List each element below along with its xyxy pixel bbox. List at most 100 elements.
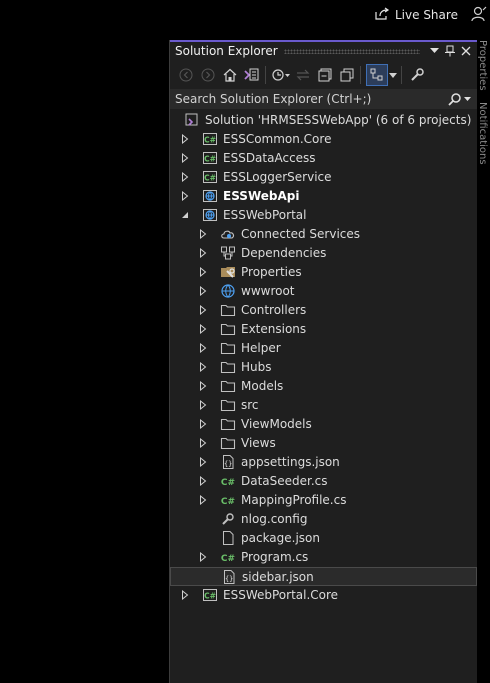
tree-item[interactable]: nlog.config — [170, 510, 477, 529]
folder-icon — [220, 340, 236, 356]
collapsed-arrow-icon[interactable] — [198, 476, 208, 486]
tree-item-label: Program.cs — [241, 550, 309, 564]
collapsed-arrow-icon[interactable] — [180, 134, 190, 144]
tree-item-label: Dependencies — [241, 246, 327, 260]
solution-icon — [184, 112, 200, 128]
svg-text:C#: C# — [204, 136, 216, 145]
show-all-files-icon[interactable] — [337, 64, 357, 86]
home-icon[interactable] — [220, 64, 240, 86]
person-feedback-icon[interactable] — [470, 5, 488, 23]
collapsed-arrow-icon[interactable] — [198, 552, 208, 562]
tree-item[interactable]: Controllers — [170, 301, 477, 320]
tree-item-label: MappingProfile.cs — [241, 493, 347, 507]
close-icon[interactable] — [458, 43, 474, 59]
tree-item-label: ESSWebApi — [223, 189, 300, 203]
collapsed-arrow-icon[interactable] — [198, 267, 208, 277]
tree-item[interactable]: C# ESSLoggerService — [170, 168, 477, 187]
tree-item[interactable]: Properties — [170, 263, 477, 282]
view-options-dropdown-icon[interactable] — [388, 64, 398, 86]
folder-icon — [220, 359, 236, 375]
collapsed-arrow-icon[interactable] — [198, 248, 208, 258]
toolbar-separator — [265, 66, 266, 84]
tree-item-label: Extensions — [241, 322, 307, 336]
config-file-icon — [220, 511, 236, 527]
switch-views-icon[interactable] — [242, 64, 262, 86]
tree-item-label: ESSCommon.Core — [223, 132, 332, 146]
side-tab-notifications[interactable]: Notifications — [477, 102, 488, 165]
tree-item-label: Controllers — [241, 303, 307, 317]
tree-item[interactable]: C# ESSCommon.Core — [170, 130, 477, 149]
web-project-icon — [202, 188, 218, 204]
svg-text:{}: {} — [224, 460, 232, 468]
pending-changes-filter-icon[interactable] — [271, 64, 291, 86]
sync-with-active-document-icon[interactable] — [293, 64, 313, 86]
tree-item[interactable]: Hubs — [170, 358, 477, 377]
collapsed-arrow-icon[interactable] — [180, 153, 190, 163]
forward-icon[interactable] — [198, 64, 218, 86]
collapsed-arrow-icon[interactable] — [198, 457, 208, 467]
tree-item-label: ViewModels — [241, 417, 312, 431]
collapse-all-icon[interactable] — [315, 64, 335, 86]
tree-item-label: ESSDataAccess — [223, 151, 316, 165]
csharp-file-icon: C# — [220, 492, 236, 508]
tree-item[interactable]: C# Program.cs — [170, 548, 477, 567]
search-options-dropdown-icon[interactable] — [464, 97, 471, 101]
tree-item-label: package.json — [241, 531, 321, 545]
tree-item[interactable]: ESSWebPortal — [170, 206, 477, 225]
collapsed-arrow-icon[interactable] — [198, 229, 208, 239]
tree-item[interactable]: {} sidebar.json — [170, 567, 477, 586]
tree-item[interactable]: Views — [170, 434, 477, 453]
tree-item[interactable]: Connected Services — [170, 225, 477, 244]
tree-item[interactable]: ESSWebApi — [170, 187, 477, 206]
collapsed-arrow-icon[interactable] — [180, 590, 190, 600]
pin-icon[interactable] — [442, 43, 458, 59]
window-position-dropdown-icon[interactable] — [426, 43, 442, 59]
search-icon[interactable] — [448, 92, 461, 106]
tree-item-label: ESSWebPortal — [223, 208, 307, 222]
search-input[interactable]: Search Solution Explorer (Ctrl+;) — [170, 89, 477, 109]
collapsed-arrow-icon[interactable] — [198, 438, 208, 448]
json-file-icon: {} — [221, 569, 237, 585]
tree-item[interactable]: Models — [170, 377, 477, 396]
tree-item[interactable]: C# DataSeeder.cs — [170, 472, 477, 491]
tree-item[interactable]: C# MappingProfile.cs — [170, 491, 477, 510]
live-share-button[interactable]: Live Share — [374, 6, 458, 24]
title-grip[interactable] — [283, 48, 420, 54]
tree-item[interactable]: Dependencies — [170, 244, 477, 263]
collapsed-arrow-icon[interactable] — [180, 172, 190, 182]
tree-item[interactable]: wwwroot — [170, 282, 477, 301]
collapsed-arrow-icon[interactable] — [198, 400, 208, 410]
collapsed-arrow-icon[interactable] — [198, 419, 208, 429]
collapsed-arrow-icon[interactable] — [198, 286, 208, 296]
tree-item[interactable]: ViewModels — [170, 415, 477, 434]
tree-item[interactable]: Helper — [170, 339, 477, 358]
folder-icon — [220, 378, 236, 394]
expanded-arrow-icon[interactable] — [180, 210, 190, 220]
tree-item[interactable]: Extensions — [170, 320, 477, 339]
tree-item[interactable]: C# ESSWebPortal.Core — [170, 586, 477, 605]
collapsed-arrow-icon[interactable] — [198, 381, 208, 391]
tree-item-label: Connected Services — [241, 227, 361, 241]
collapsed-arrow-icon[interactable] — [198, 324, 208, 334]
tree-item-label: Models — [241, 379, 284, 393]
collapsed-arrow-icon[interactable] — [198, 305, 208, 315]
tree-item-label: Helper — [241, 341, 281, 355]
back-icon[interactable] — [176, 64, 196, 86]
side-tab-properties[interactable]: Properties — [477, 40, 488, 91]
collapsed-arrow-icon[interactable] — [198, 495, 208, 505]
svg-text:C#: C# — [204, 155, 216, 164]
collapsed-arrow-icon[interactable] — [198, 343, 208, 353]
panel-title: Solution Explorer — [175, 44, 278, 58]
collapsed-arrow-icon[interactable] — [198, 362, 208, 372]
csharp-project-icon: C# — [202, 131, 218, 147]
csharp-file-icon: C# — [220, 549, 236, 565]
preview-selected-items-icon[interactable] — [366, 64, 388, 86]
tree-item[interactable]: {} appsettings.json — [170, 453, 477, 472]
tree-item-label: Views — [241, 436, 276, 450]
tree-item[interactable]: Solution 'HRMSESSWebApp' (6 of 6 project… — [170, 111, 477, 130]
tree-item[interactable]: src — [170, 396, 477, 415]
properties-wrench-icon[interactable] — [407, 64, 427, 86]
collapsed-arrow-icon[interactable] — [180, 191, 190, 201]
tree-item[interactable]: C# ESSDataAccess — [170, 149, 477, 168]
tree-item[interactable]: package.json — [170, 529, 477, 548]
